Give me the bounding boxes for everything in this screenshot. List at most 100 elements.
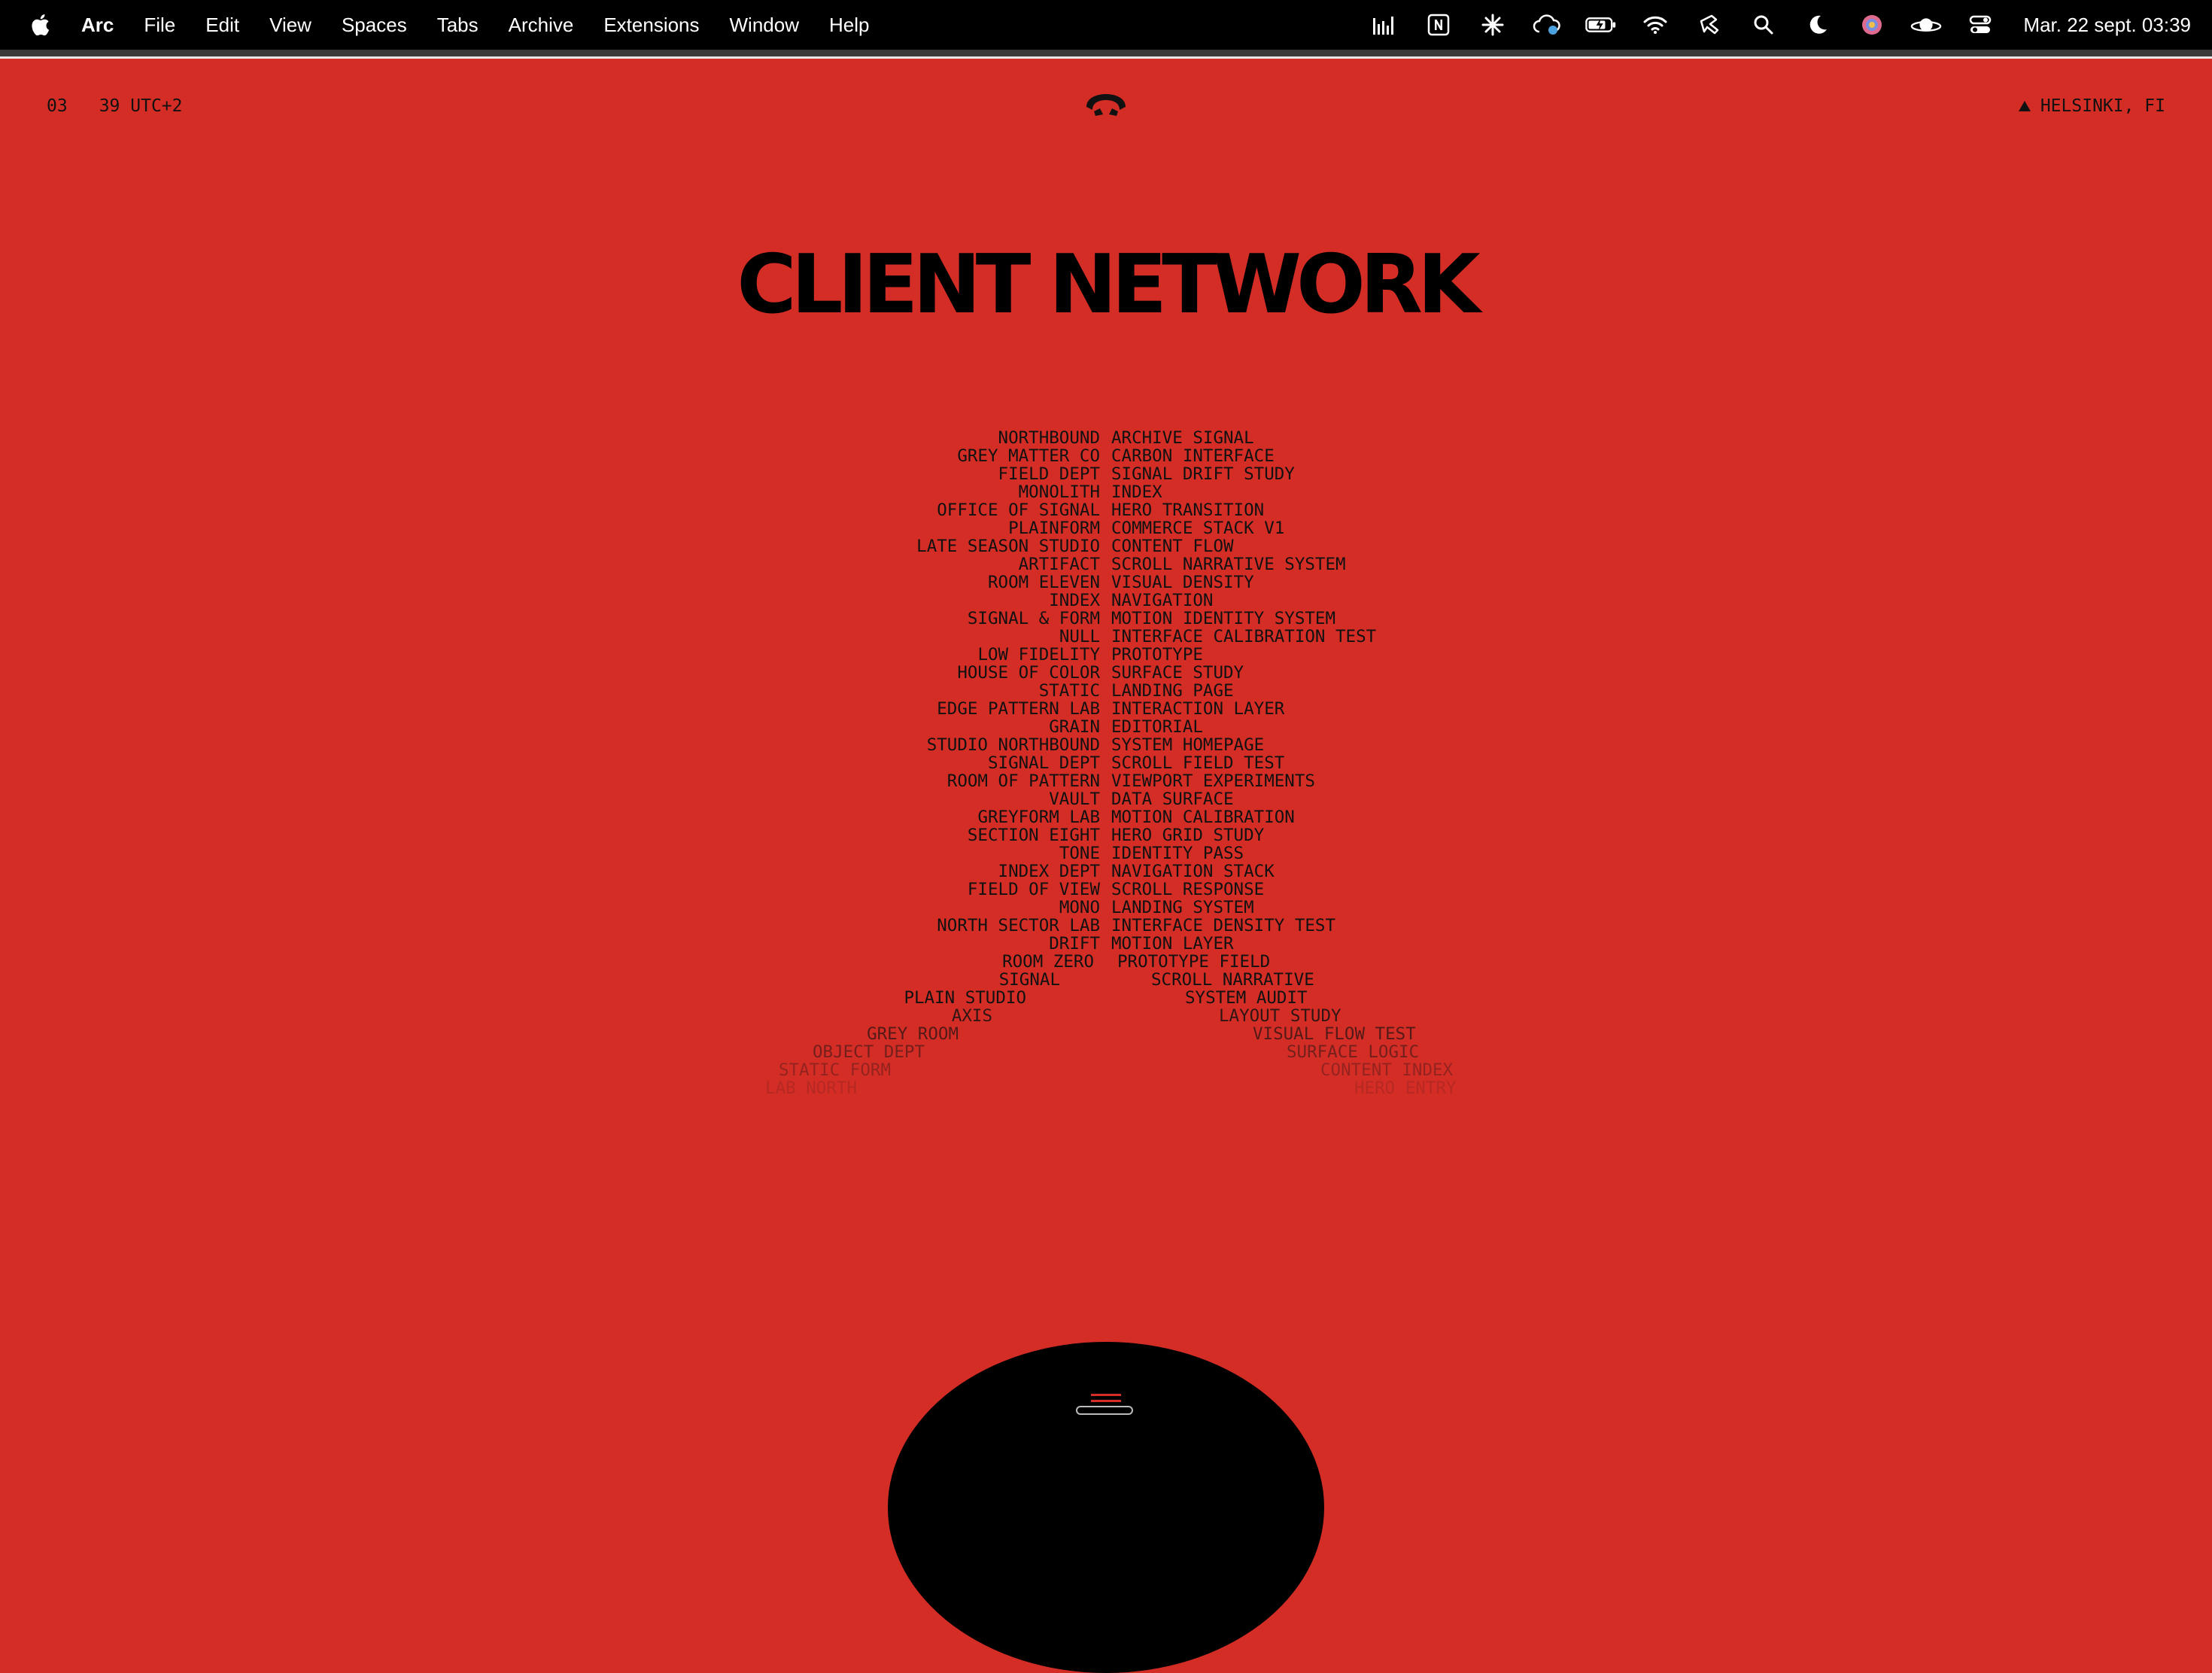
brand-logo-icon[interactable] — [1083, 92, 1129, 117]
client-row[interactable]: GRAIN EDITORIAL — [0, 718, 2212, 736]
location-text: HELSINKI, FI — [2040, 96, 2165, 116]
client-row[interactable]: MONOLITH INDEX — [0, 483, 2212, 501]
client-name: ROOM OF PATTERN — [946, 771, 1100, 791]
sparkle-icon[interactable] — [1477, 10, 1509, 40]
hand-pointer-icon[interactable] — [1694, 10, 1725, 40]
client-row[interactable]: INDEX NAVIGATION — [0, 592, 2212, 610]
menu-help[interactable]: Help — [829, 14, 869, 37]
moon-icon[interactable] — [1802, 10, 1834, 40]
client-project: DATA SURFACE — [1111, 789, 1234, 809]
client-row[interactable]: PLAIN STUDIO SYSTEM AUDIT — [0, 989, 2212, 1007]
time-hour: 03 — [47, 96, 68, 116]
client-row[interactable]: LOW FIDELITY PROTOTYPE — [0, 646, 2212, 664]
client-row[interactable]: LATE SEASON STUDIO CONTENT FLOW — [0, 537, 2212, 555]
client-row[interactable]: VAULT DATA SURFACE — [0, 790, 2212, 808]
client-row[interactable]: EDGE PATTERN LAB INTERACTION LAYER — [0, 700, 2212, 718]
menu-app-name[interactable]: Arc — [81, 14, 114, 37]
menu-archive[interactable]: Archive — [509, 14, 574, 37]
menu-edit[interactable]: Edit — [205, 14, 239, 37]
client-row[interactable]: GREY ROOM VISUAL FLOW TEST — [0, 1025, 2212, 1043]
client-project: HERO TRANSITION — [1111, 500, 1265, 520]
client-name: NORTH SECTOR LAB — [937, 916, 1100, 935]
client-row[interactable]: SIGNAL & FORM MOTION IDENTITY SYSTEM — [0, 610, 2212, 628]
client-row[interactable]: NULL INTERFACE CALIBRATION TEST — [0, 628, 2212, 646]
client-row[interactable]: NORTHBOUND ARCHIVE SIGNAL — [0, 429, 2212, 447]
menu-file[interactable]: File — [144, 14, 175, 37]
menu-window[interactable]: Window — [730, 14, 799, 37]
client-row[interactable]: GREYFORM LAB MOTION CALIBRATION — [0, 808, 2212, 826]
client-row[interactable]: HOUSE OF COLOR SURFACE STUDY — [0, 664, 2212, 682]
client-project: SYSTEM AUDIT — [1185, 988, 1308, 1008]
client-name: NORTHBOUND — [998, 428, 1100, 448]
menu-bar-left: Arc File Edit View Spaces Tabs Archive E… — [30, 14, 899, 37]
client-row[interactable]: ROOM OF PATTERN VIEWPORT EXPERIMENTS — [0, 772, 2212, 790]
client-project: SURFACE LOGIC — [1287, 1042, 1420, 1062]
client-project: SCROLL NARRATIVE — [1151, 970, 1314, 990]
client-row[interactable]: STATIC FORM CONTENT INDEX — [0, 1061, 2212, 1079]
planet-icon[interactable] — [1910, 10, 1942, 40]
client-name: SECTION EIGHT — [967, 826, 1100, 845]
control-center-icon[interactable] — [1964, 10, 1996, 40]
client-name: HOUSE OF COLOR — [957, 663, 1100, 683]
menu-spaces[interactable]: Spaces — [342, 14, 407, 37]
client-row[interactable]: SIGNAL SCROLL NARRATIVE — [0, 971, 2212, 989]
wifi-icon[interactable] — [1639, 10, 1671, 40]
client-name: VAULT — [1049, 789, 1100, 809]
menu-bar-clock[interactable]: Mar. 22 sept. 03:39 — [2023, 14, 2191, 37]
client-row[interactable]: GREY MATTER CO CARBON INTERFACE — [0, 447, 2212, 465]
client-row[interactable]: PLAINFORM COMMERCE STACK V1 — [0, 519, 2212, 537]
menu-toggle-button[interactable] — [1074, 1389, 1138, 1419]
client-project: PROTOTYPE — [1111, 645, 1203, 665]
client-row[interactable]: TONE IDENTITY PASS — [0, 844, 2212, 862]
menu-extensions[interactable]: Extensions — [603, 14, 699, 37]
client-project: INTERFACE CALIBRATION TEST — [1111, 627, 1377, 646]
client-row[interactable]: ARTIFACT SCROLL NARRATIVE SYSTEM — [0, 555, 2212, 573]
user-avatar-icon[interactable] — [1856, 10, 1888, 40]
client-project: MOTION IDENTITY SYSTEM — [1111, 609, 1336, 628]
location-label: HELSINKI, FI — [2018, 96, 2165, 116]
battery-icon[interactable] — [1585, 10, 1617, 40]
client-row[interactable]: OBJECT DEPT SURFACE LOGIC — [0, 1043, 2212, 1061]
notion-icon[interactable] — [1423, 10, 1454, 40]
client-row[interactable]: ROOM ZERO PROTOTYPE FIELD — [0, 953, 2212, 971]
client-row[interactable]: STATIC LANDING PAGE — [0, 682, 2212, 700]
client-name: OFFICE OF SIGNAL — [937, 500, 1100, 520]
client-row[interactable]: FIELD DEPT SIGNAL DRIFT STUDY — [0, 465, 2212, 483]
search-icon[interactable] — [1748, 10, 1779, 40]
audio-levels-icon[interactable] — [1369, 10, 1400, 40]
client-row[interactable]: SECTION EIGHT HERO GRID STUDY — [0, 826, 2212, 844]
client-project: LANDING PAGE — [1111, 681, 1234, 701]
client-project: NAVIGATION STACK — [1111, 862, 1275, 881]
browser-top-edge — [0, 50, 2212, 59]
client-row[interactable]: INDEX DEPT NAVIGATION STACK — [0, 862, 2212, 881]
client-name: LATE SEASON STUDIO — [916, 537, 1100, 556]
client-row[interactable]: FIELD OF VIEW SCROLL RESPONSE — [0, 881, 2212, 899]
menu-view[interactable]: View — [269, 14, 311, 37]
client-project: LANDING SYSTEM — [1111, 898, 1254, 917]
client-name: STATIC FORM — [778, 1060, 891, 1080]
client-row[interactable]: NORTH SECTOR LAB INTERFACE DENSITY TEST — [0, 917, 2212, 935]
client-project: CARBON INTERFACE — [1111, 446, 1275, 466]
menu-tabs[interactable]: Tabs — [437, 14, 479, 37]
client-row[interactable]: DRIFT MOTION LAYER — [0, 935, 2212, 953]
client-name: AXIS — [951, 1006, 992, 1026]
client-project: IDENTITY PASS — [1111, 844, 1244, 863]
client-name: LOW FIDELITY — [977, 645, 1100, 665]
client-row[interactable]: MONO LANDING SYSTEM — [0, 899, 2212, 917]
client-name: ROOM ZERO — [1002, 952, 1094, 972]
client-project: SIGNAL DRIFT STUDY — [1111, 464, 1295, 484]
client-row[interactable]: SIGNAL DEPT SCROLL FIELD TEST — [0, 754, 2212, 772]
client-name: SIGNAL — [998, 970, 1060, 990]
client-name: MONO — [1059, 898, 1100, 917]
client-row[interactable]: LAB NORTH HERO ENTRY — [0, 1079, 2212, 1097]
client-name: ROOM ELEVEN — [987, 573, 1100, 592]
client-list: NORTHBOUND ARCHIVE SIGNAL GREY MATTER CO CA… — [0, 429, 2212, 1106]
client-name: GRAIN — [1049, 717, 1100, 737]
client-row[interactable]: ROOM ELEVEN VISUAL DENSITY — [0, 573, 2212, 592]
client-row[interactable]: OFFICE OF SIGNAL HERO TRANSITION — [0, 501, 2212, 519]
cloud-sync-icon[interactable] — [1531, 10, 1563, 40]
apple-icon[interactable] — [30, 14, 50, 36]
client-row[interactable]: AXIS LAYOUT STUDY — [0, 1007, 2212, 1025]
client-row[interactable]: STUDIO NORTHBOUND SYSTEM HOMEPAGE — [0, 736, 2212, 754]
client-project: COMMERCE STACK V1 — [1111, 519, 1285, 538]
